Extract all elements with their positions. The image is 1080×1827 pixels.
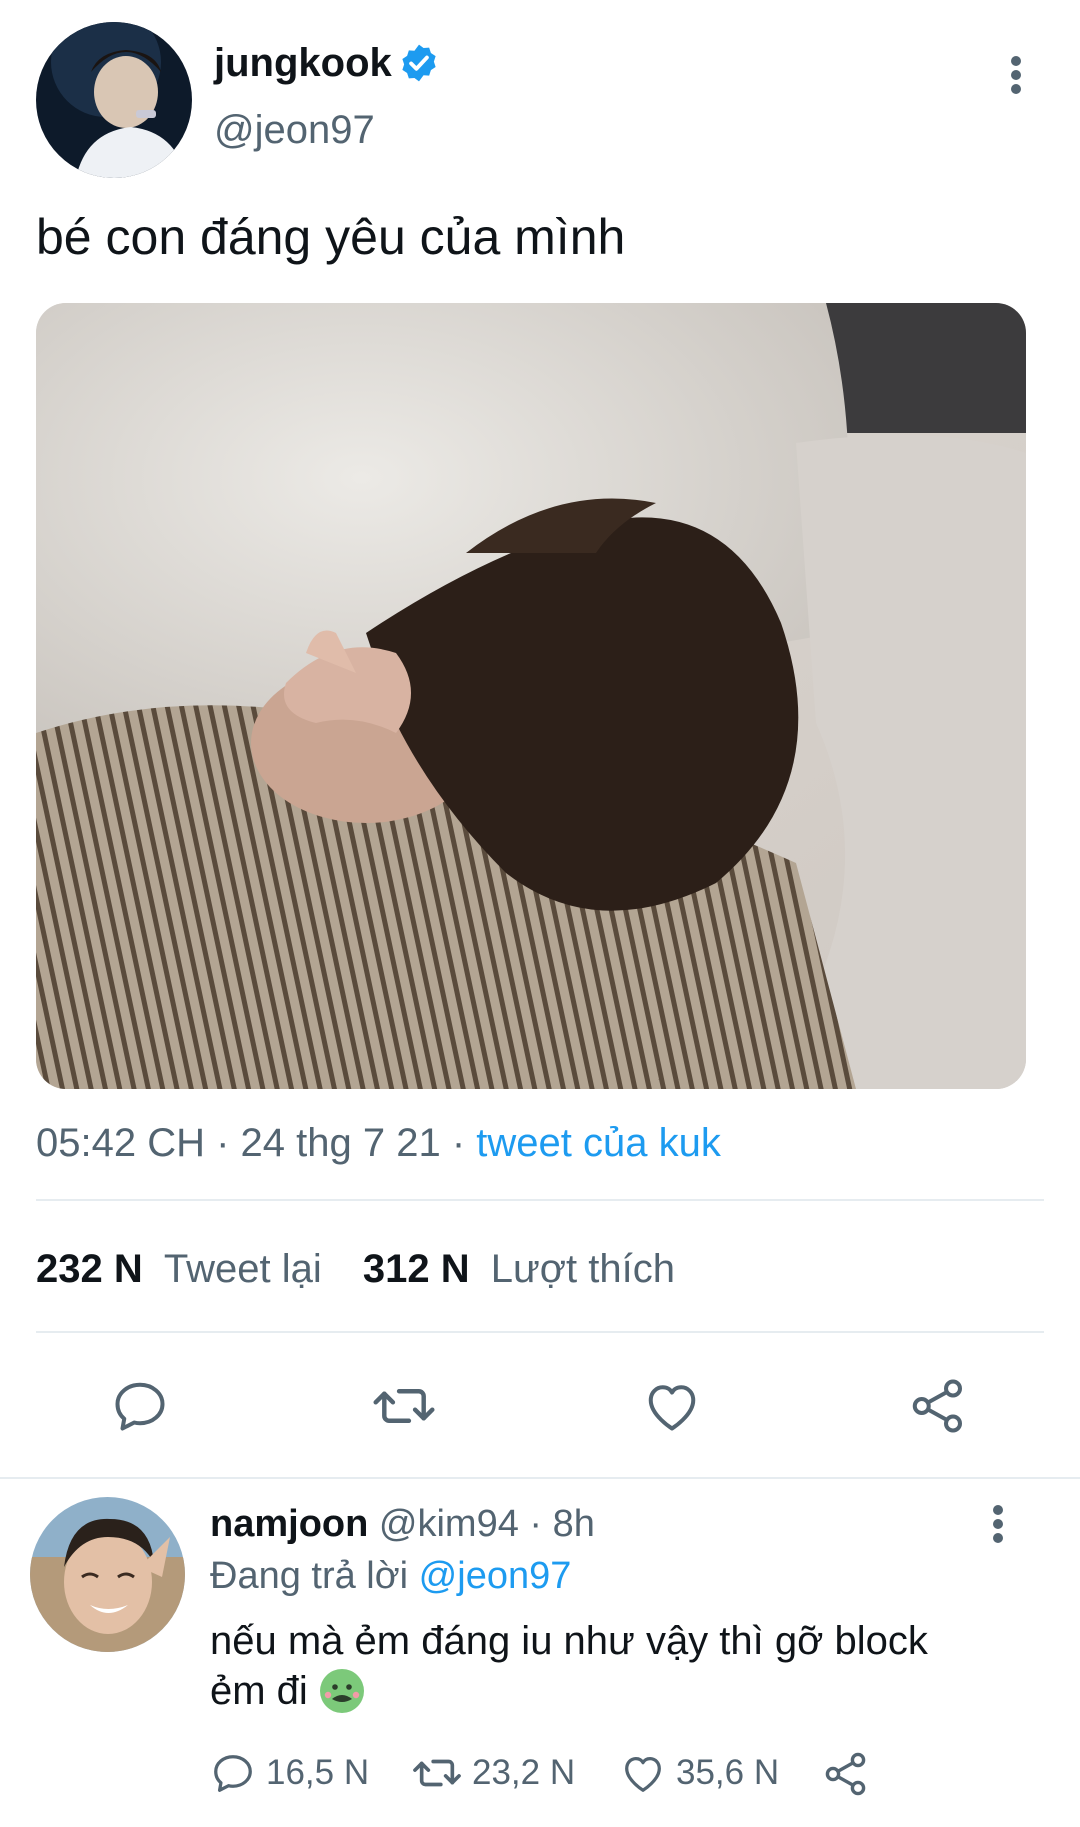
more-options-button[interactable]	[991, 50, 1041, 100]
reply-author-handle[interactable]: @kim94	[379, 1503, 519, 1545]
verified-badge-icon	[398, 42, 440, 84]
share-button[interactable]	[908, 1376, 968, 1436]
divider	[0, 1477, 1080, 1479]
reply-icon	[214, 1755, 252, 1792]
share-icon	[912, 1379, 962, 1433]
author-name[interactable]: jungkook	[214, 41, 392, 86]
tweet-date[interactable]: 24 thg 7 21	[241, 1121, 441, 1165]
retweet-icon	[413, 1759, 461, 1787]
retweets-stat[interactable]: 232 N Tweet lại	[36, 1247, 333, 1291]
heart-icon	[625, 1756, 661, 1792]
retweet-count: 23,2 N	[472, 1753, 576, 1792]
author-handle[interactable]: @jeon97	[214, 108, 375, 153]
reply-share-button[interactable]	[822, 1750, 870, 1798]
replying-to-handle[interactable]: @jeon97	[419, 1555, 572, 1597]
reply-count: 16,5 N	[266, 1753, 370, 1792]
likes-count: 312 N	[362, 1247, 470, 1291]
tweet-photo[interactable]	[36, 303, 1026, 1089]
reply-like-button[interactable]: 35,6 N	[620, 1750, 779, 1796]
reply-retweet-button[interactable]: 23,2 N	[412, 1750, 575, 1796]
divider	[36, 1199, 1044, 1201]
reply-icon	[115, 1382, 165, 1431]
retweets-count: 232 N	[36, 1247, 143, 1291]
reply-author-avatar[interactable]	[30, 1497, 185, 1652]
reply-header: namjoon @kim94 · 8h	[210, 1503, 595, 1545]
replying-to-label: Đang trả lời	[210, 1555, 409, 1597]
reply-button[interactable]	[110, 1376, 170, 1436]
reply-author-name[interactable]: namjoon	[210, 1503, 368, 1545]
share-icon	[825, 1752, 866, 1796]
tweet-time: 05:42 CH	[36, 1121, 205, 1165]
tweet-timestamp: 05:42 CH · 24 thg 7 21 · tweet của kuk	[36, 1121, 721, 1165]
more-vertical-icon	[1011, 56, 1021, 94]
more-vertical-icon	[993, 1505, 1003, 1543]
reply-text: nếu mà ẻm đáng iu như vậy thì gỡ block ẻ…	[210, 1616, 928, 1716]
author-avatar[interactable]	[36, 22, 192, 178]
reply-more-options-button[interactable]	[973, 1499, 1023, 1549]
tweet-stats: 232 N Tweet lại 312 N Lượt thích	[36, 1244, 675, 1294]
nauseated-face-icon	[318, 1667, 366, 1715]
likes-stat[interactable]: 312 N Lượt thích	[363, 1247, 675, 1291]
retweet-button[interactable]	[372, 1376, 436, 1436]
like-button[interactable]	[642, 1376, 702, 1436]
reply-age: 8h	[552, 1503, 595, 1545]
retweet-icon	[373, 1389, 435, 1423]
replying-to: Đang trả lời @jeon97	[210, 1552, 571, 1600]
like-count: 35,6 N	[676, 1753, 780, 1792]
likes-label: Lượt thích	[490, 1247, 675, 1291]
tweet-text: bé con đáng yêu của mình	[36, 209, 626, 265]
tweet-source-link[interactable]: tweet của kuk	[476, 1121, 721, 1165]
reply-reply-button[interactable]: 16,5 N	[210, 1750, 369, 1796]
reply-text-line: ẻm đi	[210, 1669, 308, 1713]
reply-text-line: nếu mà ẻm đáng iu như vậy thì gỡ block	[210, 1619, 928, 1663]
divider	[36, 1331, 1044, 1333]
retweets-label: Tweet lại	[163, 1247, 322, 1291]
heart-icon	[648, 1385, 696, 1431]
